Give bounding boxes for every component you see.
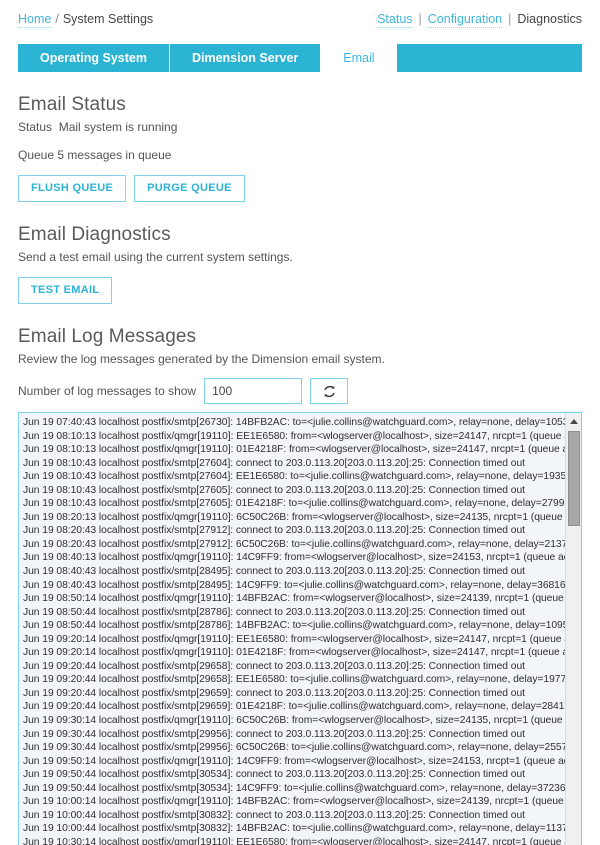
system-settings-page: Home / System Settings Status | Configuratio… — [0, 0, 600, 845]
log-count-input[interactable] — [204, 378, 303, 404]
breadcrumb-separator: / — [55, 12, 59, 26]
log-line: Jun 19 10:30:14 localhost postfix/qmgr[1… — [23, 836, 565, 845]
log-line: Jun 19 10:00:14 localhost postfix/qmgr[1… — [23, 796, 565, 808]
log-line: Jun 19 09:20:14 localhost postfix/qmgr[1… — [23, 633, 565, 645]
log-line: Jun 19 08:50:44 localhost postfix/smtp[2… — [23, 620, 565, 632]
log-controls: Number of log messages to show — [18, 378, 582, 404]
log-line: Jun 19 08:50:14 localhost postfix/qmgr[1… — [23, 593, 565, 605]
breadcrumb: Home / System Settings — [18, 12, 154, 28]
log-line: Jun 19 09:50:14 localhost postfix/qmgr[1… — [23, 755, 565, 767]
tab-email[interactable]: Email — [321, 44, 398, 72]
log-line: Jun 19 08:40:13 localhost postfix/qmgr[1… — [23, 552, 565, 564]
log-line: Jun 19 08:10:43 localhost postfix/smtp[2… — [23, 484, 525, 496]
email-log-lines: Jun 19 07:40:43 localhost postfix/smtp[2… — [19, 413, 565, 845]
log-line: Jun 19 09:20:44 localhost postfix/smtp[2… — [23, 687, 525, 699]
breadcrumb-home-link[interactable]: Home — [18, 12, 52, 28]
email-queue-row: Queue 5 messages in queue — [18, 148, 582, 162]
email-status-label: Status — [18, 120, 53, 134]
log-line: Jun 19 08:20:43 localhost postfix/smtp[2… — [23, 538, 565, 550]
breadcrumb-current: System Settings — [62, 12, 154, 26]
top-navigation: Status | Configuration | Diagnostics — [377, 12, 582, 28]
log-line: Jun 19 10:00:44 localhost postfix/smtp[3… — [23, 823, 565, 835]
nav-status-link[interactable]: Status — [377, 12, 413, 28]
log-line: Jun 19 08:10:13 localhost postfix/qmgr[1… — [23, 430, 565, 442]
email-status-value: Mail system is running — [58, 120, 178, 134]
log-line: Jun 19 09:30:44 localhost postfix/smtp[2… — [23, 728, 525, 740]
refresh-icon — [322, 384, 337, 399]
tab-strip: Operating System Dimension Server Email — [18, 44, 582, 72]
log-line: Jun 19 08:40:43 localhost postfix/smtp[2… — [23, 566, 525, 578]
email-log-description: Review the log messages generated by the… — [18, 352, 385, 366]
email-diagnostics-heading: Email Diagnostics — [18, 224, 171, 245]
log-line: Jun 19 08:20:13 localhost postfix/qmgr[1… — [23, 511, 565, 523]
log-line: Jun 19 09:20:44 localhost postfix/smtp[2… — [23, 660, 525, 672]
log-count-label: Number of log messages to show — [18, 384, 197, 398]
nav-separator-2: | — [508, 12, 512, 26]
log-line: Jun 19 08:40:43 localhost postfix/smtp[2… — [23, 579, 565, 591]
log-line: Jun 19 09:30:14 localhost postfix/qmgr[1… — [23, 715, 565, 727]
email-queue-label: Queue — [18, 148, 55, 162]
email-queue-value: 5 messages in queue — [57, 148, 172, 162]
vertical-scroll-thumb[interactable] — [568, 431, 580, 526]
email-log-box[interactable]: Jun 19 07:40:43 localhost postfix/smtp[2… — [18, 412, 582, 845]
log-line: Jun 19 07:40:43 localhost postfix/smtp[2… — [23, 417, 565, 428]
flush-queue-button[interactable]: FLUSH QUEUE — [18, 175, 127, 202]
nav-diagnostics-current: Diagnostics — [517, 12, 582, 26]
page-content: Email Status Status Mail system is runni… — [0, 94, 600, 845]
log-line: Jun 19 09:50:44 localhost postfix/smtp[3… — [23, 769, 525, 781]
test-email-button[interactable]: TEST EMAIL — [18, 277, 113, 304]
queue-button-row: FLUSH QUEUE PURGE QUEUE — [18, 175, 582, 202]
refresh-button[interactable] — [310, 378, 349, 404]
log-line: Jun 19 08:10:13 localhost postfix/qmgr[1… — [23, 444, 565, 456]
log-line: Jun 19 08:50:44 localhost postfix/smtp[2… — [23, 606, 525, 618]
nav-configuration-link[interactable]: Configuration — [427, 12, 503, 28]
log-line: Jun 19 09:20:44 localhost postfix/smtp[2… — [23, 674, 565, 686]
nav-separator-1: | — [418, 12, 422, 26]
log-line: Jun 19 09:20:44 localhost postfix/smtp[2… — [23, 701, 565, 713]
email-status-heading: Email Status — [18, 94, 126, 115]
purge-queue-button[interactable]: PURGE QUEUE — [134, 175, 245, 202]
log-vertical-scrollbar[interactable] — [565, 413, 581, 845]
email-log-heading: Email Log Messages — [18, 326, 197, 347]
log-line: Jun 19 10:00:44 localhost postfix/smtp[3… — [23, 809, 525, 821]
log-line: Jun 19 08:10:43 localhost postfix/smtp[2… — [23, 457, 525, 469]
tab-operating-system[interactable]: Operating System — [18, 44, 170, 72]
log-line: Jun 19 08:10:43 localhost postfix/smtp[2… — [23, 471, 565, 483]
log-line: Jun 19 08:20:43 localhost postfix/smtp[2… — [23, 525, 525, 537]
log-line: Jun 19 09:30:44 localhost postfix/smtp[2… — [23, 742, 565, 754]
log-line: Jun 19 09:50:44 localhost postfix/smtp[3… — [23, 782, 565, 794]
log-line: Jun 19 08:10:43 localhost postfix/smtp[2… — [23, 498, 565, 510]
tab-dimension-server[interactable]: Dimension Server — [170, 44, 322, 72]
diagnostics-button-row: TEST EMAIL — [18, 277, 582, 304]
email-diagnostics-description: Send a test email using the current syst… — [18, 250, 293, 264]
email-status-row: Status Mail system is running — [18, 120, 582, 134]
top-bar: Home / System Settings Status | Configuratio… — [0, 0, 600, 38]
log-line: Jun 19 09:20:14 localhost postfix/qmgr[1… — [23, 647, 565, 659]
scroll-up-arrow-icon[interactable] — [566, 413, 581, 429]
